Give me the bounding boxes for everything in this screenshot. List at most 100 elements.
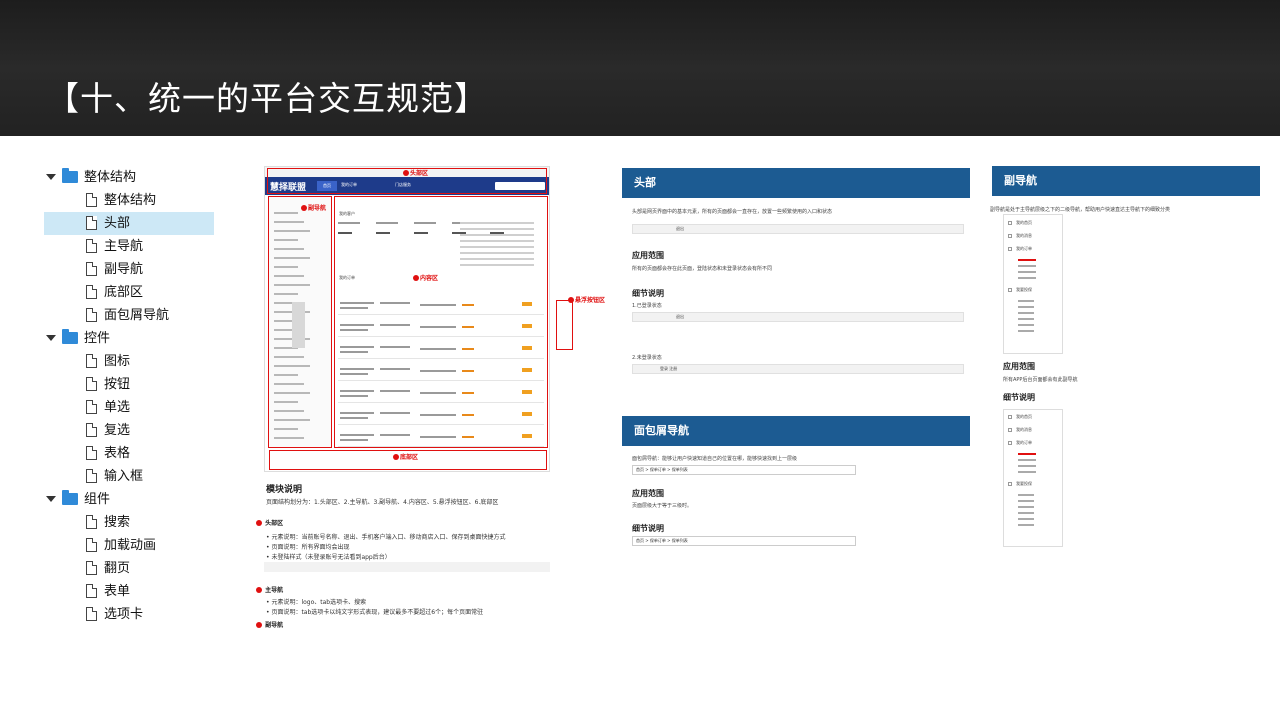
- tree-leaf-node[interactable]: 按钮: [44, 373, 214, 396]
- tree-leaf-node[interactable]: 图标: [44, 350, 214, 373]
- placeholder-line: [460, 252, 534, 254]
- expand-arrow-icon[interactable]: [46, 174, 56, 180]
- crumb-detail-sample: 首页 > 保单订单 > 保单列表: [632, 536, 856, 546]
- file-icon: [86, 607, 97, 621]
- subnav-area-label: 副导航: [301, 203, 326, 212]
- file-icon: [86, 285, 97, 299]
- tree-leaf-node[interactable]: 整体结构: [44, 189, 214, 212]
- action-button: [522, 412, 532, 416]
- subnav-item-icon: [1008, 415, 1012, 419]
- crumb-scope-text: 页面层级大于等于三级时。: [632, 503, 693, 509]
- platform-layout-mockup: 慧择联盟 首页 我的订单 门店服务 头部区 副导航 内容区 我的客户 我的订单 …: [264, 166, 550, 472]
- subnav-item-icon: [1008, 247, 1012, 251]
- expand-arrow-icon[interactable]: [46, 496, 56, 502]
- subnav-child-line: [1018, 324, 1034, 326]
- placeholder-line: [460, 246, 534, 248]
- tree-leaf-node[interactable]: 复选: [44, 419, 214, 442]
- tree-folder-node[interactable]: 整体结构: [44, 166, 214, 189]
- placeholder-line: [274, 410, 304, 412]
- subnav-item: 我的消息: [1016, 233, 1032, 238]
- file-icon: [86, 308, 97, 322]
- placeholder-line: [340, 351, 368, 353]
- placeholder-line: [380, 324, 410, 326]
- placeholder-line: [420, 414, 456, 416]
- placeholder-line: [274, 428, 298, 430]
- tree-folder-node[interactable]: 组件: [44, 488, 214, 511]
- crumb-panel-title: 面包屑导航: [622, 416, 970, 446]
- subnav-child-line: [1018, 306, 1034, 308]
- placeholder-line: [340, 307, 368, 309]
- placeholder-line: [420, 370, 456, 372]
- module-line: • 元素说明：当前账号名称、退出、手机客户端入口、移动商店入口、保存到桌面快捷方…: [266, 534, 506, 541]
- table-row: [338, 358, 544, 359]
- module-line: • 元素说明：logo、tab选项卡、搜索: [266, 599, 367, 606]
- tree-leaf-node[interactable]: 头部: [44, 212, 214, 235]
- placeholder-line: [274, 239, 298, 241]
- placeholder-line: [274, 230, 310, 232]
- module-section-title: 主导航: [256, 585, 283, 594]
- tree-node-label: 表格: [104, 446, 131, 461]
- table-row: [338, 424, 544, 425]
- tree-node-label: 控件: [84, 331, 111, 346]
- placeholder-line: [376, 232, 390, 234]
- tree-node-label: 输入框: [104, 469, 144, 484]
- tree-node-label: 整体结构: [84, 170, 137, 185]
- placeholder-line: [340, 346, 374, 348]
- placeholder-line: [340, 434, 374, 436]
- tree-leaf-node[interactable]: 单选: [44, 396, 214, 419]
- module-section-title: 副导航: [256, 620, 283, 629]
- action-button: [522, 346, 532, 350]
- file-icon: [86, 262, 97, 276]
- tree-leaf-node[interactable]: 主导航: [44, 235, 214, 258]
- head-logged-in-label: 1.已登录状态: [632, 303, 662, 309]
- tree-node-label: 加载动画: [104, 538, 157, 553]
- subnav-panel-title: 副导航: [992, 166, 1260, 196]
- tree-leaf-node[interactable]: 选项卡: [44, 603, 214, 626]
- placeholder-line: [460, 222, 534, 224]
- tree-leaf-node[interactable]: 表单: [44, 580, 214, 603]
- tree-folder-node[interactable]: 控件: [44, 327, 214, 350]
- subnav-item-icon: [1008, 288, 1012, 292]
- module-line: • 未登陆样式（未登录账号无法看到app后台）: [266, 554, 391, 561]
- tree-leaf-node[interactable]: 面包屑导航: [44, 304, 214, 327]
- subnav-child-line: [1018, 512, 1034, 514]
- subnav-child-line: [1018, 471, 1036, 473]
- subnav-child-line: [1018, 300, 1034, 302]
- tree-leaf-node[interactable]: 副导航: [44, 258, 214, 281]
- placeholder-line: [274, 365, 310, 367]
- placeholder-line: [462, 348, 474, 350]
- placeholder-line: [274, 275, 304, 277]
- placeholder-line: [340, 324, 374, 326]
- subnav-child-line: [1018, 459, 1036, 461]
- tree-node-label: 头部: [104, 216, 131, 231]
- placeholder-line: [340, 373, 368, 375]
- file-icon: [86, 377, 97, 391]
- action-button: [522, 434, 532, 438]
- tree-node-label: 面包屑导航: [104, 308, 170, 323]
- placeholder-line: [420, 348, 456, 350]
- tree-leaf-node[interactable]: 输入框: [44, 465, 214, 488]
- placeholder-line: [380, 368, 410, 370]
- subnav-sample-list: [1003, 214, 1063, 354]
- expand-arrow-icon[interactable]: [46, 335, 56, 341]
- placeholder-line: [340, 395, 368, 397]
- crumb-sample: 首页 > 保单订单 > 保单列表: [632, 465, 856, 475]
- tree-leaf-node[interactable]: 加载动画: [44, 534, 214, 557]
- head-sample-text: 退出: [676, 226, 684, 231]
- placeholder-line: [274, 257, 310, 259]
- file-icon: [86, 584, 97, 598]
- subnav-item: 我的消息: [1016, 427, 1032, 432]
- file-icon: [86, 561, 97, 575]
- placeholder-line: [340, 417, 368, 419]
- placeholder-line: [462, 326, 474, 328]
- tree-leaf-node[interactable]: 搜索: [44, 511, 214, 534]
- tree-leaf-node[interactable]: 表格: [44, 442, 214, 465]
- tree-leaf-node[interactable]: 翻页: [44, 557, 214, 580]
- subnav-item-icon: [1008, 221, 1012, 225]
- tree-node-label: 底部区: [104, 285, 144, 300]
- file-icon: [86, 515, 97, 529]
- module-title: 模块说明: [266, 485, 303, 495]
- subnav-item: 我的首页: [1016, 220, 1032, 225]
- tree-leaf-node[interactable]: 底部区: [44, 281, 214, 304]
- tree-node-label: 翻页: [104, 561, 131, 576]
